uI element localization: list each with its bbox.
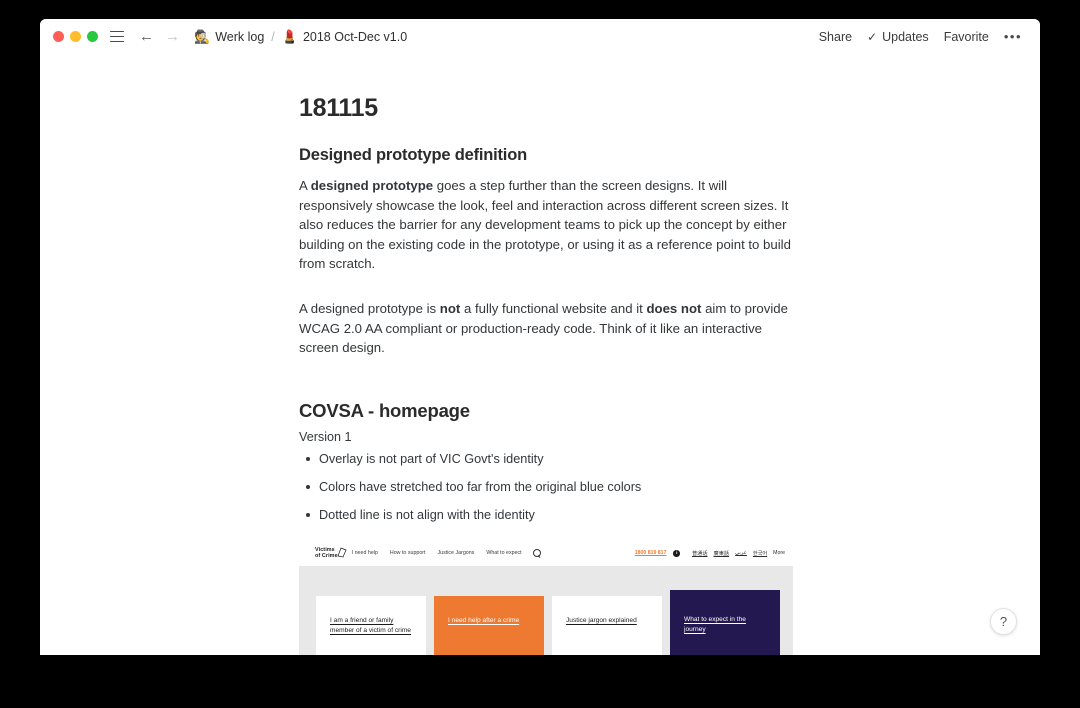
mockup-card-justice-jargon[interactable]: Justice jargon explained → — [552, 595, 662, 655]
section-heading-prototype: Designed prototype definition — [299, 146, 527, 164]
mockup-nav-right: 1800 819 817 i 普通话 廣東話 عربي 한국어 More — [635, 550, 785, 557]
language-link-korean[interactable]: 한국어 — [753, 550, 767, 557]
mockup-card-row: I am a friend or family member of a vict… — [299, 589, 793, 655]
emphasis-text: does not — [646, 300, 702, 316]
page-title: 181115 — [299, 94, 378, 122]
updates-button[interactable]: ✓ Updates — [867, 30, 929, 44]
mockup-nav-what-to-expect[interactable]: What to expect — [486, 550, 521, 556]
document-scroll-area[interactable]: 181115 Designed prototype definition A d… — [40, 54, 1040, 655]
mockup-card-need-help-after-crime[interactable]: I need help after a crime → — [434, 595, 544, 655]
share-button[interactable]: Share — [819, 30, 852, 44]
mockup-card-title: I am a friend or family member of a vict… — [330, 616, 411, 635]
forward-arrow-icon[interactable]: → — [165, 29, 180, 44]
language-link-cantonese[interactable]: 廣東話 — [714, 550, 730, 557]
lipstick-icon: 💄 — [281, 29, 298, 44]
mockup-nav-links: I need help How to support Justice Jargo… — [352, 550, 522, 556]
info-icon[interactable]: i — [673, 550, 680, 557]
navigation-arrows: ← → — [139, 29, 180, 44]
language-link-arabic[interactable]: عربي — [735, 550, 747, 556]
breadcrumb-label-2018-oct-dec: 2018 Oct-Dec v1.0 — [302, 29, 408, 44]
logo-line-2: of Crime — [315, 553, 338, 560]
victims-of-crime-logo[interactable]: Victims of Crime — [315, 546, 347, 560]
emphasis-text: not — [439, 300, 461, 316]
search-icon[interactable] — [532, 549, 541, 558]
mockup-card-title: What to expect in the journey — [684, 615, 746, 634]
close-window-button[interactable] — [53, 31, 64, 42]
hamburger-menu-icon[interactable] — [110, 31, 124, 42]
language-links: 普通话 廣東話 عربي 한국어 More — [692, 550, 785, 557]
logo-mark-icon — [337, 547, 347, 558]
help-button[interactable]: ? — [990, 608, 1017, 635]
app-window: ← → 🕵️ Werk log / 💄 2018 Oct-Dec v1.0 Sh… — [40, 19, 1040, 655]
mockup-card-title: Justice jargon explained — [566, 616, 637, 624]
body-text-run: A designed prototype is — [299, 300, 440, 316]
updates-label: Updates — [882, 29, 929, 44]
covsa-notes-list: Overlay is not part of VIC Govt's identi… — [299, 451, 793, 524]
detective-icon: 🕵️ — [194, 29, 211, 44]
back-arrow-icon[interactable]: ← — [139, 29, 154, 44]
paragraph-prototype-limits: A designed prototype is not a fully func… — [299, 299, 793, 358]
mockup-nav-how-to-support[interactable]: How to support — [390, 550, 426, 556]
favorite-button[interactable]: Favorite — [944, 30, 989, 44]
language-link-more[interactable]: More — [773, 550, 785, 556]
list-item: Overlay is not part of VIC Govt's identi… — [299, 451, 793, 468]
breadcrumb-label-werk-log: Werk log — [215, 29, 265, 44]
check-icon: ✓ — [867, 29, 878, 44]
list-item: Dotted line is not align with the identi… — [299, 507, 793, 524]
mockup-card-what-to-expect[interactable]: What to expect in the journey → — [670, 589, 780, 655]
mockup-nav-justice-jargons[interactable]: Justice Jargons — [438, 550, 475, 556]
breadcrumb-separator: / — [271, 29, 275, 44]
breadcrumb-item-werk-log[interactable]: 🕵️ Werk log — [194, 30, 264, 44]
breadcrumb-item-2018-oct-dec[interactable]: 💄 2018 Oct-Dec v1.0 — [282, 30, 407, 44]
body-text-run: a fully functional website and it — [460, 300, 647, 316]
minimize-window-button[interactable] — [70, 31, 81, 42]
mockup-nav-bar: Victims of Crime I need help How to supp… — [299, 540, 793, 566]
window-controls — [53, 31, 98, 42]
version-label: Version 1 — [299, 429, 352, 444]
paragraph-prototype-definition: A designed prototype goes a step further… — [299, 176, 793, 274]
breadcrumb: 🕵️ Werk log / 💄 2018 Oct-Dec v1.0 — [194, 30, 407, 44]
body-text-run: A — [299, 178, 311, 193]
maximize-window-button[interactable] — [87, 31, 98, 42]
title-bar-actions: Share ✓ Updates Favorite ••• — [819, 29, 1022, 44]
mockup-nav-i-need-help[interactable]: I need help — [352, 550, 378, 556]
more-options-icon[interactable]: ••• — [1004, 29, 1022, 44]
website-mockup-image: Victims of Crime I need help How to supp… — [299, 540, 793, 655]
document-content: 181115 Designed prototype definition A d… — [299, 54, 793, 655]
logo-line-1: Victims — [315, 546, 335, 553]
mockup-card-friend-or-family[interactable]: I am a friend or family member of a vict… — [316, 595, 426, 655]
list-item: Colors have stretched too far from the o… — [299, 479, 793, 496]
title-bar: ← → 🕵️ Werk log / 💄 2018 Oct-Dec v1.0 Sh… — [40, 19, 1040, 54]
mockup-hero-section: I am a friend or family member of a vict… — [299, 565, 793, 655]
mockup-card-title: I need help after a crime — [448, 616, 520, 624]
section-heading-covsa: COVSA - homepage — [299, 399, 470, 421]
emphasis-text: designed prototype — [310, 178, 434, 193]
helpline-phone-link[interactable]: 1800 819 817 — [635, 550, 667, 556]
language-link-mandarin[interactable]: 普通话 — [692, 550, 708, 557]
